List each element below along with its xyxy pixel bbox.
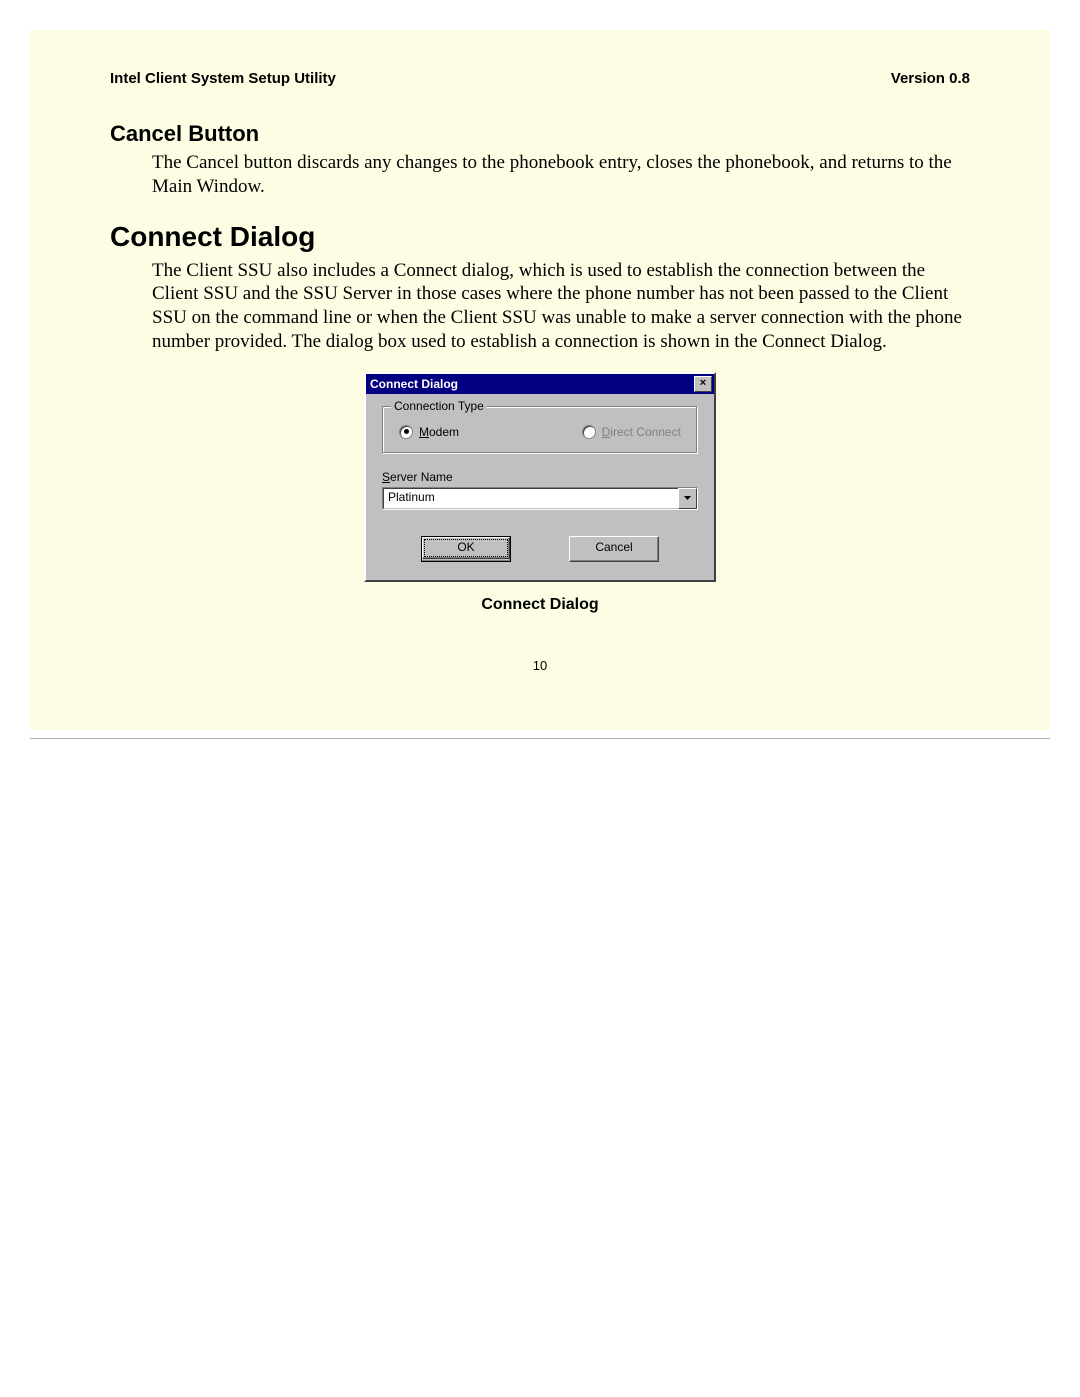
radio-modem-label: Modem [419, 425, 459, 439]
document-page: Intel Client System Setup Utility Versio… [30, 30, 1050, 730]
chevron-down-icon [684, 496, 691, 500]
server-name-combobox[interactable]: Platinum [382, 487, 698, 510]
radio-direct-connect: Direct Connect [582, 425, 681, 439]
connection-type-options: Modem Direct Connect [393, 425, 687, 439]
close-button[interactable]: × [694, 376, 712, 392]
ok-button[interactable]: OK [421, 536, 511, 562]
connection-type-legend: Connection Type [391, 399, 487, 413]
dialog-title: Connect Dialog [370, 377, 458, 391]
connection-type-group: Connection Type Modem Direct Connect [382, 406, 698, 454]
dialog-titlebar[interactable]: Connect Dialog × [366, 374, 714, 394]
figure-wrapper: Connect Dialog × Connection Type Modem [110, 372, 970, 673]
server-name-label: Server Name [382, 470, 698, 484]
header-left: Intel Client System Setup Utility [110, 70, 336, 87]
header-right: Version 0.8 [891, 70, 970, 87]
figure-caption: Connect Dialog [481, 596, 598, 614]
connect-dialog-window: Connect Dialog × Connection Type Modem [364, 372, 716, 582]
radio-icon [582, 425, 596, 439]
running-header: Intel Client System Setup Utility Versio… [110, 70, 970, 87]
cancel-button[interactable]: Cancel [569, 536, 659, 562]
server-name-dropdown-button[interactable] [678, 488, 697, 509]
section-heading-cancel-button: Cancel Button [110, 121, 970, 147]
page-number: 10 [110, 658, 970, 673]
section-body-connect-dialog: The Client SSU also includes a Connect d… [152, 259, 970, 354]
dialog-button-row: OK Cancel [382, 536, 698, 562]
dialog-body: Connection Type Modem Direct Connect [366, 394, 714, 580]
page-divider [30, 738, 1050, 739]
page-content: Intel Client System Setup Utility Versio… [30, 30, 1050, 730]
close-icon: × [700, 377, 706, 389]
radio-modem[interactable]: Modem [399, 425, 459, 439]
radio-direct-label: Direct Connect [602, 425, 681, 439]
radio-icon [399, 425, 413, 439]
section-heading-connect-dialog: Connect Dialog [110, 221, 970, 253]
section-body-cancel-button: The Cancel button discards any changes t… [152, 151, 970, 199]
server-name-input[interactable]: Platinum [383, 488, 678, 509]
